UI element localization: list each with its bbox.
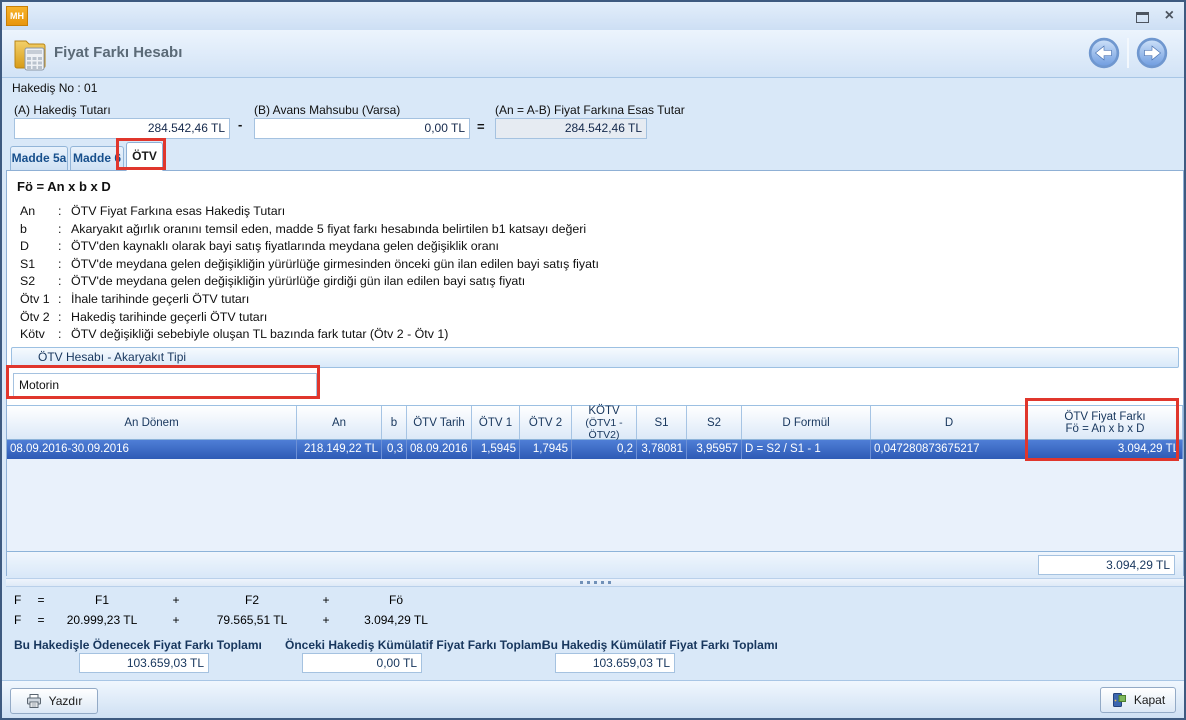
printer-icon — [26, 693, 42, 709]
forward-arrow-icon[interactable] — [1136, 37, 1168, 69]
definition-row: Ötv 2:Hakediş tarihinde geçerli ÖTV tuta… — [20, 310, 599, 328]
equals-operator: = — [477, 119, 485, 134]
cell-d: 0,047280873675217 — [871, 440, 1028, 459]
nav-buttons — [1088, 37, 1168, 69]
tab-otv[interactable]: ÖTV — [126, 142, 163, 171]
col-header-an-donem: An Dönem — [7, 406, 297, 439]
odenecek-toplam-label: Bu Hakedişle Ödenecek Fiyat Farkı Toplam… — [14, 638, 262, 652]
col-header-otv2: ÖTV 2 — [520, 406, 572, 439]
col-header-otv1: ÖTV 1 — [472, 406, 520, 439]
akaryakit-tipi-input[interactable]: Motorin — [13, 373, 317, 397]
table-row-selected[interactable]: 08.09.2016-30.09.2016 218.149,22 TL 0,3 … — [7, 440, 1183, 459]
cell-otv2: 1,7945 — [520, 440, 572, 459]
avans-mahsubu-label: (B) Avans Mahsubu (Varsa) — [254, 103, 400, 117]
cell-otv1: 1,5945 — [472, 440, 520, 459]
hakedis-tutari-label: (A) Hakediş Tutarı — [14, 103, 111, 117]
definition-row: Ötv 1:İhale tarihinde geçerli ÖTV tutarı — [20, 292, 599, 310]
splitter-handle[interactable] — [6, 578, 1184, 587]
window-controls: × — [1136, 8, 1174, 24]
definition-row: An:ÖTV Fiyat Farkına esas Hakediş Tutarı — [20, 204, 599, 222]
col-header-kotv: KÖTV(ÖTV1 - ÖTV2) — [572, 406, 637, 439]
otv-formula-title: Fö = An x b x D — [17, 179, 111, 194]
f-formula-row: F = F1 + F2 + Fö — [14, 593, 442, 607]
close-icon[interactable]: × — [1165, 8, 1174, 24]
exit-door-icon — [1111, 692, 1127, 708]
col-header-s1: S1 — [637, 406, 687, 439]
nav-divider — [1127, 38, 1129, 68]
cell-otv-tarih: 08.09.2016 — [407, 440, 472, 459]
fiyat-farki-hesabi-window: MH × Fiyat Farkı Hesabı — [0, 0, 1186, 720]
definition-row: D:ÖTV'den kaynaklı olarak bayi satış fiy… — [20, 239, 599, 257]
close-window-button[interactable]: Kapat — [1100, 687, 1176, 713]
print-button[interactable]: Yazdır — [10, 688, 98, 714]
calculator-folder-icon — [10, 34, 50, 74]
cell-an: 218.149,22 TL — [297, 440, 382, 459]
otv-tab-panel: Fö = An x b x D An:ÖTV Fiyat Farkına esa… — [6, 170, 1184, 576]
tab-madde-5a[interactable]: Madde 5a — [10, 146, 68, 170]
onceki-kumulatif-label: Önceki Hakediş Kümülatif Fiyat Farkı Top… — [285, 638, 545, 652]
maximize-icon[interactable] — [1136, 12, 1149, 23]
col-header-s2: S2 — [687, 406, 742, 439]
avans-mahsubu-input[interactable]: 0,00 TL — [254, 118, 470, 139]
cell-s1: 3,78081 — [637, 440, 687, 459]
cell-otv-fiyat-farki: 3.094,29 TL — [1028, 440, 1183, 459]
bu-hakedis-kumulatif-value: 103.659,03 TL — [555, 653, 675, 673]
table-total-bar: 3.094,29 TL — [7, 551, 1183, 577]
otv-hesabi-group-header: ÖTV Hesabı - Akaryakıt Tipi — [11, 347, 1179, 368]
cell-s2: 3,95957 — [687, 440, 742, 459]
app-logo-icon: MH — [6, 6, 28, 26]
table-empty-area — [7, 459, 1183, 551]
otv-table: An Dönem An b ÖTV Tarih ÖTV 1 ÖTV 2 KÖTV… — [7, 405, 1183, 577]
definition-row: Kötv:ÖTV değişikliği sebebiyle oluşan TL… — [20, 327, 599, 345]
tab-madde-6[interactable]: Madde 6 — [70, 146, 124, 170]
col-header-an: An — [297, 406, 382, 439]
cell-b: 0,3 — [382, 440, 407, 459]
bu-hakedis-kumulatif-label: Bu Hakediş Kümülatif Fiyat Farkı Toplamı — [542, 638, 778, 652]
definition-row: S1:ÖTV'de meydana gelen değişikliğin yür… — [20, 257, 599, 275]
otv-total-value: 3.094,29 TL — [1038, 555, 1175, 575]
cell-d-formul: D = S2 / S1 - 1 — [742, 440, 871, 459]
title-bar: MH × — [2, 2, 1184, 30]
col-header-d-formul: D Formül — [742, 406, 871, 439]
odenecek-toplam-value: 103.659,03 TL — [79, 653, 209, 673]
fiyat-farkina-esas-tutar-label: (An = A-B) Fiyat Farkına Esas Tutar — [495, 103, 685, 117]
definition-row: S2:ÖTV'de meydana gelen değişikliğin yür… — [20, 274, 599, 292]
col-header-otv-tarih: ÖTV Tarih — [407, 406, 472, 439]
fiyat-farkina-esas-tutar-value: 284.542,46 TL — [495, 118, 647, 139]
definition-row: b:Akaryakıt ağırlık oranını temsil eden,… — [20, 222, 599, 240]
onceki-kumulatif-value: 0,00 TL — [302, 653, 422, 673]
header: Fiyat Farkı Hesabı — [2, 30, 1184, 78]
hakedis-no-label: Hakediş No : 01 — [12, 81, 97, 95]
hakedis-tutari-input[interactable]: 284.542,46 TL — [14, 118, 230, 139]
col-header-b: b — [382, 406, 407, 439]
page-title: Fiyat Farkı Hesabı — [54, 44, 182, 61]
table-header-row: An Dönem An b ÖTV Tarih ÖTV 1 ÖTV 2 KÖTV… — [7, 405, 1183, 440]
cell-kotv: 0,2 — [572, 440, 637, 459]
col-header-d: D — [871, 406, 1028, 439]
f-values-row: F = 20.999,23 TL + 79.565,51 TL + 3.094,… — [14, 613, 442, 627]
minus-operator: - — [238, 117, 242, 132]
cell-an-donem: 08.09.2016-30.09.2016 — [7, 440, 297, 459]
col-header-otv-fiyat-farki: ÖTV Fiyat FarkıFö = An x b x D — [1028, 406, 1183, 439]
back-arrow-icon[interactable] — [1088, 37, 1120, 69]
formula-definitions: An:ÖTV Fiyat Farkına esas Hakediş Tutarı… — [20, 204, 599, 345]
footer-bar: Yazdır Kapat — [2, 680, 1184, 718]
